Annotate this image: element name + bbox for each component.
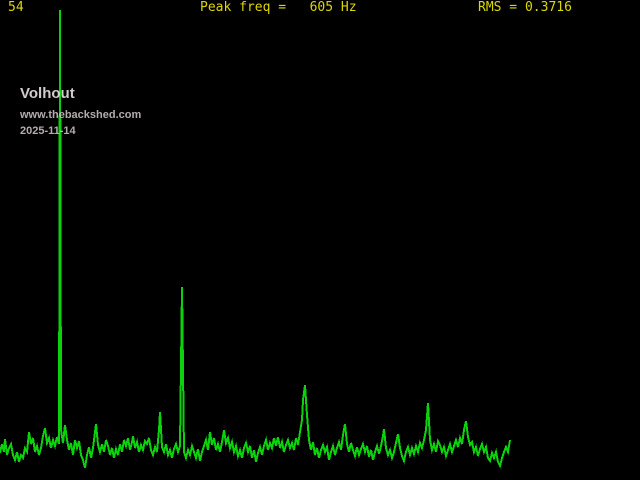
watermark-date: 2025-11-14 — [20, 125, 141, 137]
rms-readout: RMS = 0.3716 — [478, 1, 572, 15]
peak-freq-readout: Peak freq = 605 Hz — [200, 1, 357, 15]
frame-counter: 54 — [8, 1, 24, 15]
watermark: Volhout www.thebackshed.com 2025-11-14 — [20, 85, 141, 137]
spectrum-trace — [0, 10, 510, 468]
spectrum-plot — [0, 0, 640, 480]
watermark-author: Volhout — [20, 85, 141, 102]
spectrum-analyzer-screen: 54 Peak freq = 605 Hz RMS = 0.3716 Volho… — [0, 0, 640, 480]
watermark-site: www.thebackshed.com — [20, 109, 141, 121]
